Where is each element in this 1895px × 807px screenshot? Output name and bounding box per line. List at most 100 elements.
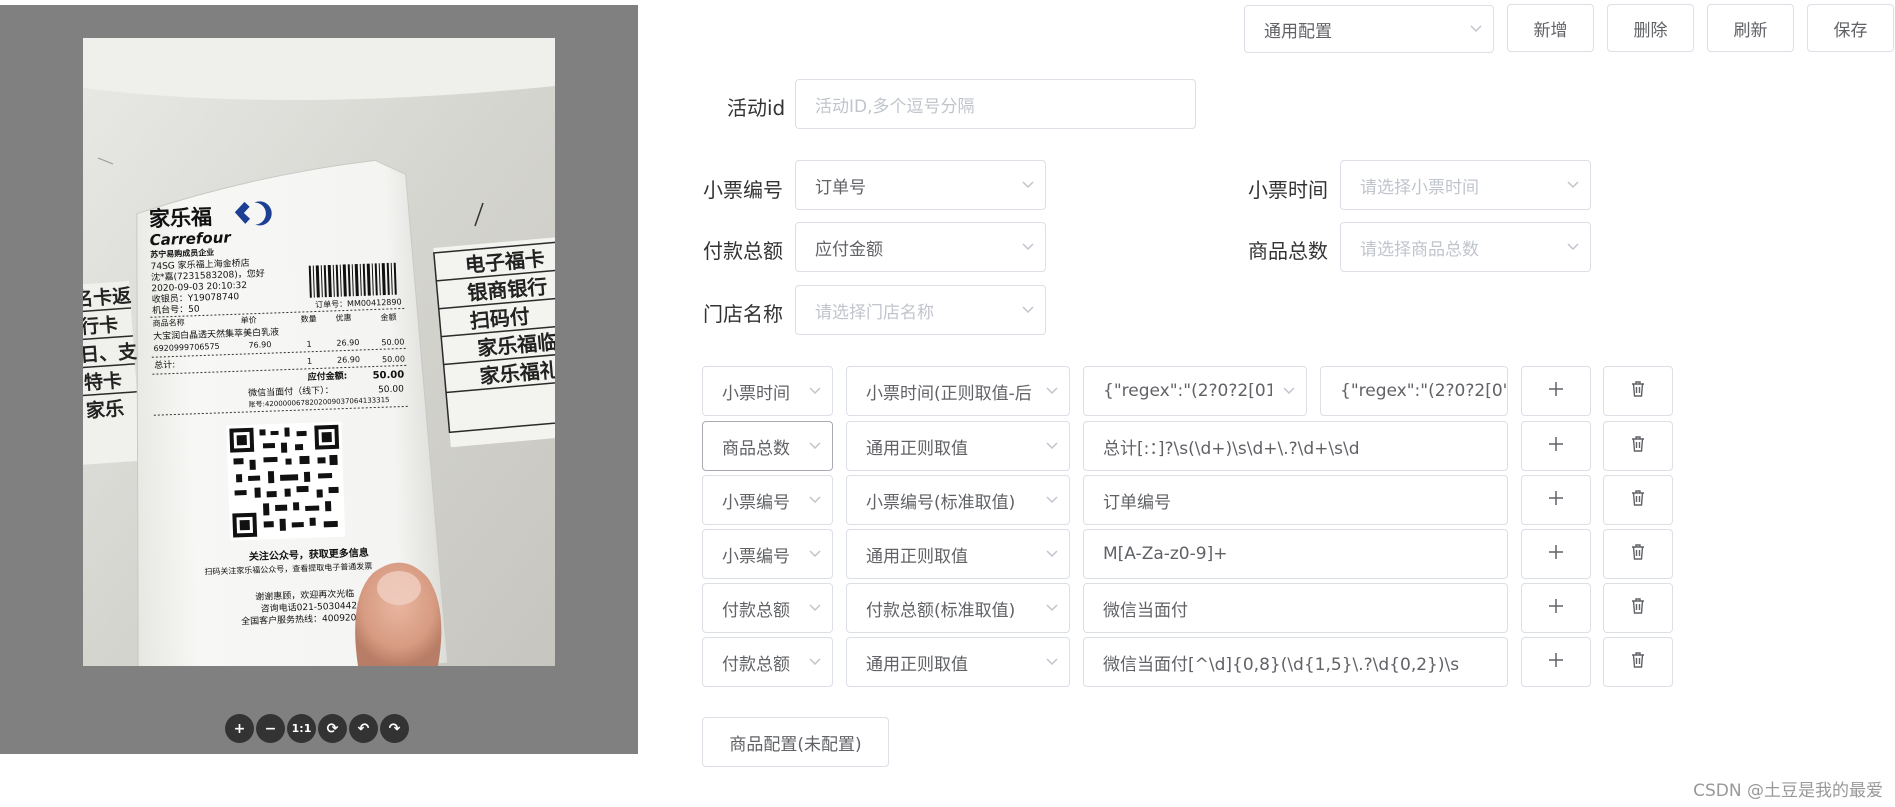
rotate-left-icon[interactable]: ↶ bbox=[349, 714, 378, 743]
add-button[interactable]: 新增 bbox=[1507, 4, 1594, 52]
chevron-down-icon bbox=[1011, 243, 1045, 251]
activity-id-label: 活动id bbox=[727, 96, 786, 120]
delete-rule-button[interactable] bbox=[1603, 529, 1673, 579]
rule-method-select[interactable]: 付款总额(标准取值) bbox=[846, 583, 1070, 633]
add-rule-button[interactable] bbox=[1521, 529, 1591, 579]
receipt-item-price: 76.90 bbox=[248, 340, 271, 350]
add-rule-button[interactable] bbox=[1521, 637, 1591, 687]
rule-param-input[interactable]: M[A-Za-z0-9]+ bbox=[1083, 529, 1508, 579]
chevron-down-icon bbox=[1011, 306, 1045, 314]
receipt-image: 电子福卡 银商银行 扫码付 家乐福临 家乐福礼 名卡返 行卡 日、支 特卡 家乐… bbox=[83, 38, 555, 666]
store-name-select[interactable]: 请选择门店名称 bbox=[795, 285, 1046, 335]
chevron-down-icon bbox=[1011, 181, 1045, 189]
plus-icon bbox=[1548, 544, 1564, 565]
receipt-total-label: 总计: bbox=[154, 358, 175, 371]
rule-method-value: 通用正则取值 bbox=[866, 654, 968, 675]
config-select[interactable]: 通用配置 bbox=[1244, 5, 1494, 53]
rotate-right-icon[interactable]: ↷ bbox=[380, 714, 409, 743]
receipt-brand-en: Carrefour bbox=[149, 228, 232, 249]
one-to-one-icon[interactable]: 1:1 bbox=[287, 714, 316, 743]
trash-icon bbox=[1631, 651, 1645, 673]
store-name-label: 门店名称 bbox=[703, 302, 783, 326]
rule-param-input[interactable]: {"regex":"(2?0?2[0' bbox=[1320, 366, 1508, 416]
receipt-col-header: 金额 bbox=[380, 312, 396, 323]
rule-method-select[interactable]: 小票编号(标准取值) bbox=[846, 475, 1070, 525]
plus-icon bbox=[1548, 598, 1564, 619]
delete-rule-button[interactable] bbox=[1603, 421, 1673, 471]
goods-total-select[interactable]: 请选择商品总数 bbox=[1340, 222, 1591, 272]
rule-method-select[interactable]: 小票时间(正则取值-后 bbox=[846, 366, 1070, 416]
chevron-down-icon bbox=[1556, 243, 1590, 251]
rule-param-input[interactable]: 微信当面付[^\d]{0,8}(\d{1,5}\.?\d{0,2})\s bbox=[1083, 637, 1508, 687]
rule-field-select[interactable]: 付款总额 bbox=[702, 583, 833, 633]
plus-icon bbox=[1548, 436, 1564, 457]
zoom-in-icon[interactable]: + bbox=[225, 714, 254, 743]
goods-total-label: 商品总数 bbox=[1248, 239, 1328, 263]
chevron-down-icon bbox=[798, 658, 832, 666]
zoom-out-icon[interactable]: − bbox=[256, 714, 285, 743]
chevron-down-icon bbox=[1035, 387, 1069, 395]
receipt-col-header: 数量 bbox=[300, 313, 316, 324]
chevron-down-icon bbox=[1035, 496, 1069, 504]
add-rule-button[interactable] bbox=[1521, 421, 1591, 471]
receipt-total-qty: 1 bbox=[307, 357, 312, 366]
ticket-time-select[interactable]: 请选择小票时间 bbox=[1340, 160, 1591, 210]
rule-field-value: 小票编号 bbox=[722, 546, 790, 567]
rule-field-select[interactable]: 小票编号 bbox=[702, 475, 833, 525]
delete-rule-button[interactable] bbox=[1603, 475, 1673, 525]
add-rule-button[interactable] bbox=[1521, 366, 1591, 416]
goods-total-placeholder: 请选择商品总数 bbox=[1360, 239, 1479, 260]
chevron-down-icon bbox=[798, 496, 832, 504]
ticket-no-label: 小票编号 bbox=[703, 178, 783, 202]
add-rule-button[interactable] bbox=[1521, 583, 1591, 633]
ticket-no-select[interactable]: 订单号 bbox=[795, 160, 1046, 210]
chevron-down-icon bbox=[1035, 442, 1069, 450]
pay-total-select[interactable]: 应付金额 bbox=[795, 222, 1046, 272]
receipt-item-discount: 26.90 bbox=[336, 338, 359, 348]
trash-icon bbox=[1631, 543, 1645, 565]
rule-field-select[interactable]: 付款总额 bbox=[702, 637, 833, 687]
rule-param-input[interactable]: 订单编号 bbox=[1083, 475, 1508, 525]
chevron-down-icon bbox=[1035, 604, 1069, 612]
sign-text: 特卡 bbox=[83, 369, 123, 395]
rule-param-value: {"regex":"(2?0?2[012; bbox=[1103, 381, 1272, 401]
image-viewer: 电子福卡 银商银行 扫码付 家乐福临 家乐福礼 名卡返 行卡 日、支 特卡 家乐… bbox=[0, 5, 638, 754]
plus-icon bbox=[1548, 652, 1564, 673]
receipt-total-amount: 50.00 bbox=[382, 354, 405, 364]
rule-field-value: 付款总额 bbox=[722, 654, 790, 675]
receipt-item-qty: 1 bbox=[306, 340, 311, 349]
viewer-toolbar: + − 1:1 ⟳ ↶ ↷ bbox=[225, 714, 409, 744]
delete-rule-button[interactable] bbox=[1603, 583, 1673, 633]
pay-total-label: 付款总额 bbox=[703, 239, 783, 263]
chevron-down-icon bbox=[798, 442, 832, 450]
rule-method-select[interactable]: 通用正则取值 bbox=[846, 637, 1070, 687]
save-button[interactable]: 保存 bbox=[1807, 4, 1894, 52]
delete-button[interactable]: 删除 bbox=[1607, 4, 1694, 52]
goods-config-button[interactable]: 商品配置(未配置) bbox=[702, 717, 889, 767]
receipt-col-header: 单价 bbox=[240, 315, 256, 326]
receipt-col-header: 商品名称 bbox=[152, 317, 184, 328]
reset-icon[interactable]: ⟳ bbox=[318, 714, 347, 743]
sign-text: 日、支 bbox=[83, 341, 139, 367]
rule-param-select[interactable]: {"regex":"(2?0?2[012; bbox=[1083, 366, 1307, 416]
chevron-down-icon bbox=[1035, 658, 1069, 666]
rule-field-value: 付款总额 bbox=[722, 600, 790, 621]
delete-rule-button[interactable] bbox=[1603, 366, 1673, 416]
ticket-time-placeholder: 请选择小票时间 bbox=[1360, 177, 1479, 198]
activity-id-input[interactable]: 活动ID,多个逗号分隔 bbox=[795, 79, 1196, 129]
add-rule-button[interactable] bbox=[1521, 475, 1591, 525]
chevron-down-icon bbox=[1272, 387, 1306, 395]
store-name-placeholder: 请选择门店名称 bbox=[815, 302, 934, 323]
rule-method-select[interactable]: 通用正则取值 bbox=[846, 529, 1070, 579]
delete-rule-button[interactable] bbox=[1603, 637, 1673, 687]
rule-field-select[interactable]: 小票时间 bbox=[702, 366, 833, 416]
refresh-button[interactable]: 刷新 bbox=[1707, 4, 1794, 52]
chevron-down-icon bbox=[798, 604, 832, 612]
rule-field-select[interactable]: 商品总数 bbox=[702, 421, 833, 471]
rule-param-input[interactable]: 微信当面付 bbox=[1083, 583, 1508, 633]
rule-method-select[interactable]: 通用正则取值 bbox=[846, 421, 1070, 471]
rule-field-select[interactable]: 小票编号 bbox=[702, 529, 833, 579]
rule-param-input[interactable]: 总计[:：]?\s(\d+)\s\d+\.?\d+\s\d bbox=[1083, 421, 1508, 471]
rule-method-value: 通用正则取值 bbox=[866, 546, 968, 567]
trash-icon bbox=[1631, 597, 1645, 619]
